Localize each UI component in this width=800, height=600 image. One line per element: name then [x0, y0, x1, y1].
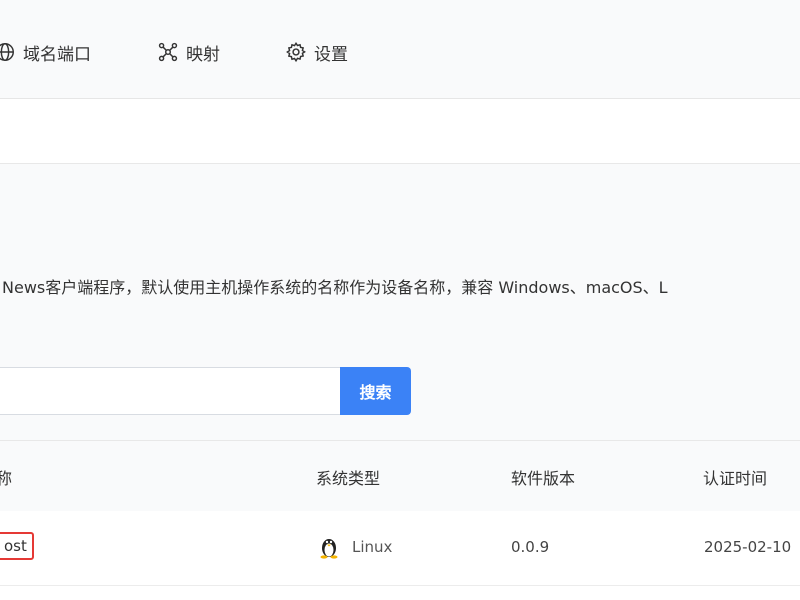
column-header-auth-time: 认证时间	[703, 469, 768, 488]
nav-item-label: 设置	[314, 44, 348, 65]
device-table: 称 系统类型 软件版本 认证时间 ost Linux 0.0.9 2025-02…	[0, 440, 800, 600]
column-header-version: 软件版本	[511, 469, 576, 488]
linux-penguin-icon	[320, 539, 338, 559]
network-icon	[158, 42, 178, 62]
os-type-cell: Linux	[318, 535, 392, 559]
device-name-cell[interactable]: ost	[0, 532, 34, 560]
nav-item-domain-port[interactable]: 域名端口	[0, 38, 91, 66]
version-cell: 0.0.9	[511, 538, 550, 556]
table-header: 称 系统类型 软件版本 认证时间	[0, 440, 800, 512]
search-button[interactable]: 搜索	[340, 367, 411, 415]
nav-item-label: 域名端口	[23, 44, 91, 65]
os-type-label: Linux	[352, 538, 393, 556]
top-navigation: 域名端口 映射 设置	[0, 0, 800, 99]
table-row[interactable]: ost Linux 0.0.9 2025-02-10	[0, 511, 800, 586]
column-header-name: 称	[0, 469, 13, 488]
gear-icon	[286, 41, 306, 63]
globe-icon	[0, 43, 14, 61]
column-header-os-type: 系统类型	[316, 469, 381, 488]
sub-header-strip	[0, 99, 800, 164]
search-input[interactable]	[0, 367, 340, 415]
nav-item-settings[interactable]: 设置	[285, 38, 348, 66]
nav-item-label: 映射	[186, 44, 220, 65]
description-text: News客户端程序，默认使用主机操作系统的名称作为设备名称，兼容 Windows…	[2, 278, 668, 297]
nav-item-mapping[interactable]: 映射	[157, 38, 220, 66]
auth-time-cell: 2025-02-10	[704, 538, 792, 556]
